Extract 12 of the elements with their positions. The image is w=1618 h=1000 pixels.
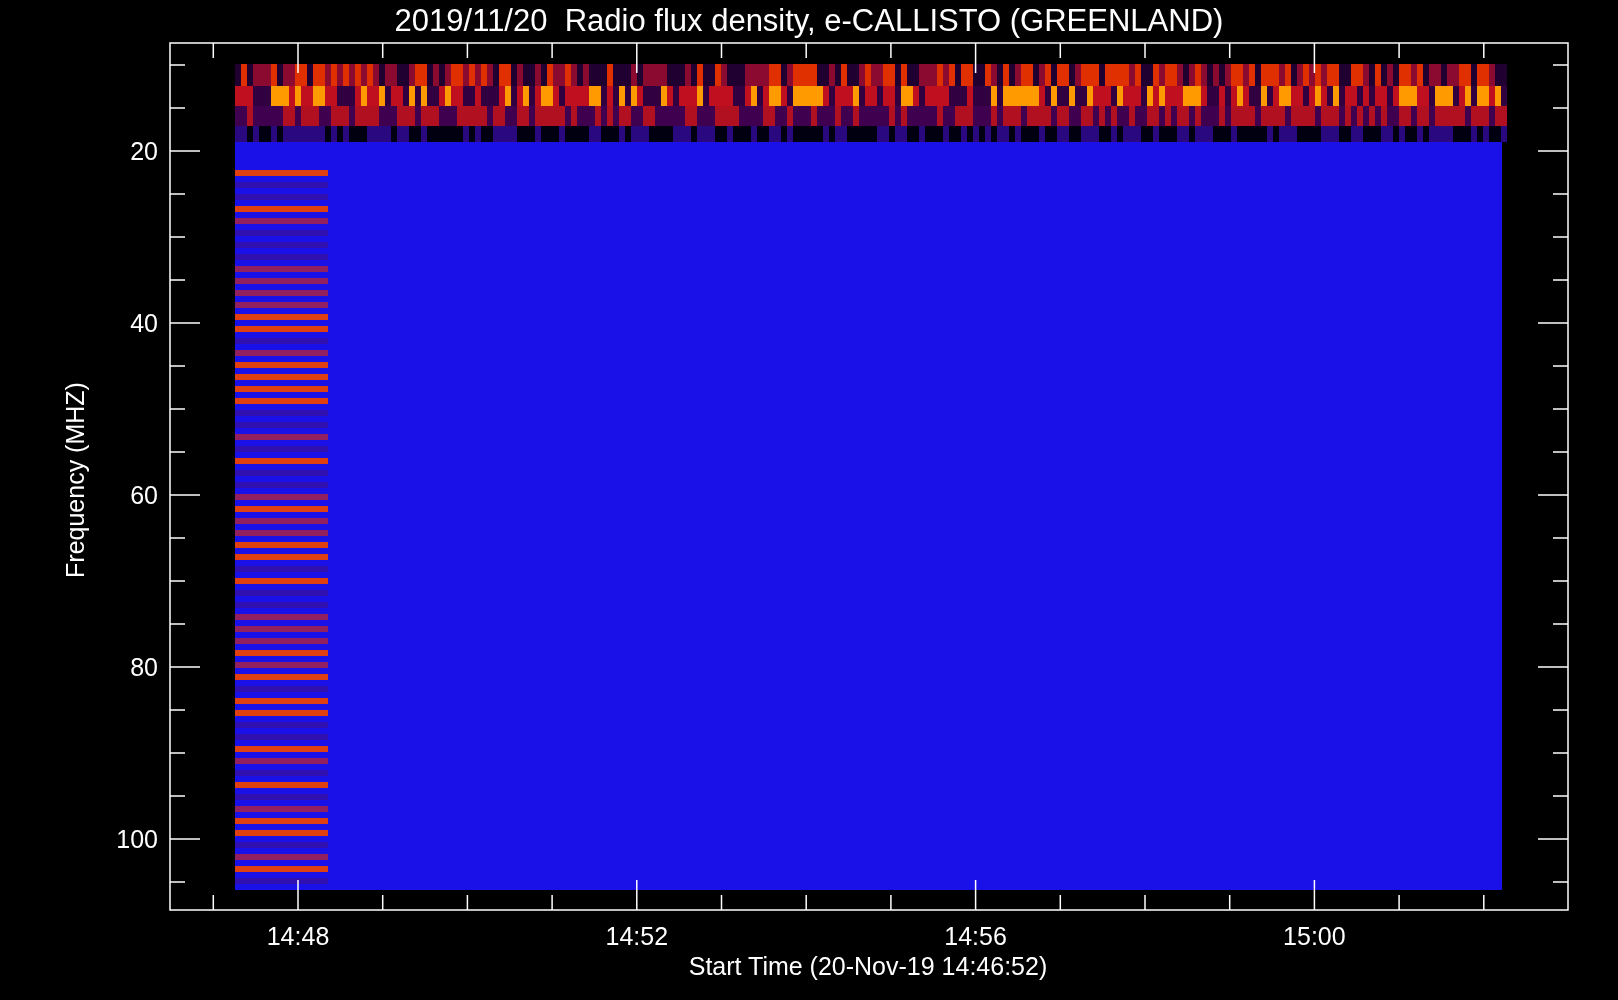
y-axis-label: Frequency (MHZ) <box>61 382 89 578</box>
x-tick-label: 14:48 <box>266 922 330 950</box>
x-tick-label: 14:52 <box>605 922 669 950</box>
x-tick-label: 15:00 <box>1283 922 1346 950</box>
y-tick-label: 20 <box>130 137 158 165</box>
x-axis-label: Start Time (20-Nov-19 14:46:52) <box>688 952 1048 980</box>
x-tick-label: 14:56 <box>944 922 1007 950</box>
y-tick-label: 100 <box>116 825 158 853</box>
y-tick-label: 60 <box>130 481 158 509</box>
y-tick-label: 80 <box>130 653 158 681</box>
y-tick-label: 40 <box>130 309 158 337</box>
chart-title: 2019/11/20 Radio flux density, e-CALLISTO (GREENLAND) <box>394 3 1224 38</box>
